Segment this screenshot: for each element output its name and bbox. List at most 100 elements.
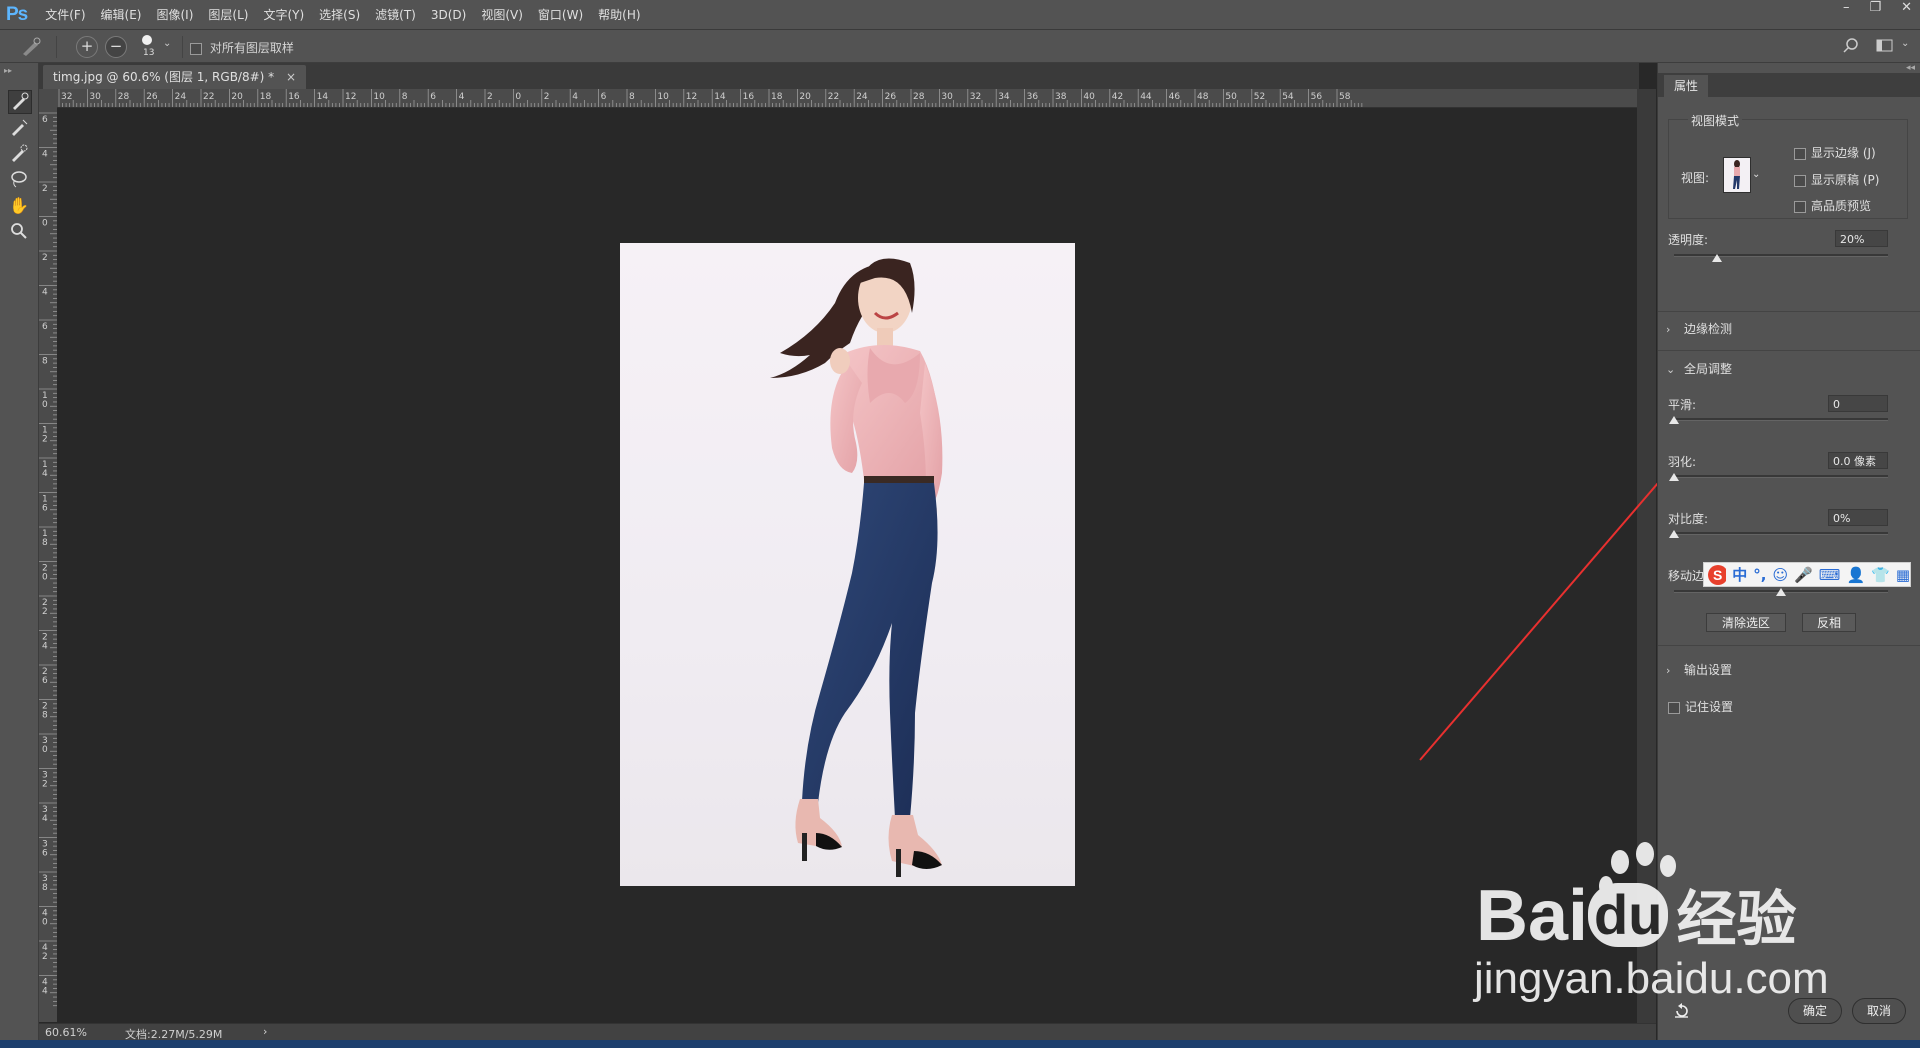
sample-all-layers-checkbox[interactable] <box>190 42 202 55</box>
feather-field[interactable]: 0.0 像素 <box>1828 452 1888 469</box>
clear-selection-button[interactable]: 清除选区 <box>1706 613 1786 632</box>
hq-preview-option[interactable]: 高品质预览 <box>1794 197 1871 214</box>
remember-settings-checkbox[interactable] <box>1668 701 1680 714</box>
ruler-label: 6 <box>430 92 436 102</box>
view-dropdown-chevron-icon[interactable]: ⌄ <box>1752 169 1760 180</box>
ruler-label: 54 <box>1282 92 1294 102</box>
ruler-label: 6 <box>42 849 48 859</box>
sogou-logo-icon[interactable]: S <box>1707 564 1727 586</box>
show-original-checkbox[interactable] <box>1794 174 1806 187</box>
quick-selection-tool-icon[interactable] <box>8 143 30 165</box>
ruler-label: 0 <box>42 745 48 755</box>
search-icon[interactable] <box>1843 38 1859 54</box>
global-refinements-section[interactable]: ⌄ 全局调整 <box>1666 360 1732 377</box>
feather-slider-thumb[interactable] <box>1669 473 1679 481</box>
menu-layer[interactable]: 图层(L) <box>208 6 248 23</box>
shift-edge-slider-thumb[interactable] <box>1776 588 1786 596</box>
menu-filter[interactable]: 滤镜(T) <box>375 6 416 23</box>
menu-view[interactable]: 视图(V) <box>481 6 523 23</box>
zoom-level[interactable]: 60.61% <box>45 1026 87 1039</box>
ruler-label: 30 <box>89 92 101 102</box>
brush-preset-icon[interactable] <box>140 33 154 47</box>
ime-keyboard-icon[interactable]: ⌨ <box>1819 566 1841 584</box>
ruler-label: 20 <box>799 92 811 102</box>
status-arrow-icon[interactable]: › <box>263 1025 267 1038</box>
workspace-chevron-icon[interactable]: ⌄ <box>1901 38 1909 49</box>
ruler-label: 6 <box>601 92 607 102</box>
menu-help[interactable]: 帮助(H) <box>598 6 640 23</box>
ime-voice-icon[interactable]: 🎤 <box>1794 566 1813 584</box>
tab-properties[interactable]: 属性 <box>1664 75 1709 97</box>
close-tab-icon[interactable]: × <box>286 70 296 84</box>
close-window-button[interactable]: ✕ <box>1901 0 1912 20</box>
ruler-label: 16 <box>743 92 755 102</box>
ruler-label: 14 <box>714 92 726 102</box>
ruler-label: 56 <box>1311 92 1323 102</box>
collapse-toolbar-icon[interactable]: ▸▸ <box>4 66 12 75</box>
menu-image[interactable]: 图像(I) <box>156 6 193 23</box>
menu-edit[interactable]: 编辑(E) <box>101 6 142 23</box>
brush-tool-icon[interactable] <box>8 117 30 139</box>
refine-radius-brush-icon[interactable] <box>18 36 44 58</box>
output-settings-section[interactable]: › 输出设置 <box>1666 661 1732 678</box>
feather-slider-track[interactable] <box>1674 475 1888 478</box>
contrast-slider-thumb[interactable] <box>1669 530 1679 538</box>
ruler-label: 22 <box>828 92 839 102</box>
chevron-right-icon: › <box>1666 323 1671 336</box>
hand-tool-icon[interactable]: ✋ <box>8 195 30 217</box>
document-tab[interactable]: timg.jpg @ 60.6% (图层 1, RGB/8#) * × <box>43 65 307 89</box>
workspace-icon[interactable] <box>1876 39 1894 53</box>
collapse-panel-icon[interactable]: ◂◂ <box>1906 63 1915 73</box>
menu-type[interactable]: 文字(Y) <box>263 6 304 23</box>
contrast-slider-track[interactable] <box>1674 532 1888 535</box>
lasso-tool-icon[interactable] <box>8 169 30 191</box>
remember-settings-option[interactable]: 记住设置 <box>1668 698 1733 715</box>
smooth-field[interactable]: 0 <box>1828 395 1888 412</box>
show-edge-option[interactable]: 显示边缘 (J) <box>1794 144 1876 161</box>
edge-detection-section[interactable]: › 边缘检测 <box>1666 320 1732 337</box>
show-original-option[interactable]: 显示原稿 (P) <box>1794 171 1879 188</box>
erase-refinements-icon[interactable]: − <box>105 36 127 58</box>
ime-user-icon[interactable]: 👤 <box>1846 566 1865 584</box>
smooth-slider-track[interactable] <box>1674 418 1888 421</box>
opacity-field[interactable]: 20% <box>1835 230 1888 247</box>
sample-all-layers-option[interactable]: 对所有图层取样 <box>190 39 294 56</box>
show-edge-checkbox[interactable] <box>1794 147 1806 160</box>
ime-chinese-mode[interactable]: 中 <box>1732 564 1747 585</box>
ime-emoji-icon[interactable]: ☺ <box>1772 566 1788 584</box>
view-thumbnail[interactable] <box>1723 157 1751 193</box>
hq-preview-checkbox[interactable] <box>1794 200 1806 213</box>
invert-button[interactable]: 反相 <box>1802 613 1856 632</box>
menu-window[interactable]: 窗口(W) <box>538 6 583 23</box>
ruler-corner <box>39 89 57 107</box>
zoom-tool-icon[interactable] <box>8 221 30 243</box>
ruler-label: 2 <box>42 607 48 617</box>
smooth-label: 平滑: <box>1668 398 1697 412</box>
menu-select[interactable]: 选择(S) <box>319 6 360 23</box>
minimize-button[interactable]: – <box>1843 0 1850 20</box>
expand-detection-icon[interactable]: + <box>76 36 98 58</box>
ruler-label: 26 <box>885 92 897 102</box>
smooth-slider-thumb[interactable] <box>1669 416 1679 424</box>
opacity-slider-track[interactable] <box>1674 254 1888 257</box>
chevron-down-icon[interactable]: ⌄ <box>163 38 171 49</box>
horizontal-ruler[interactable]: 32 30 28 26 24 22 20 18 16 14 12 10 8 6 4 2 0 2 4 6 8 10 12 14 1… <box>57 89 1637 108</box>
reset-icon[interactable] <box>1673 1002 1691 1020</box>
vertical-ruler[interactable]: 6420246810121416182022242628303234363840… <box>39 107 58 1022</box>
ime-toolbox-icon[interactable]: ▦ <box>1896 566 1910 584</box>
ime-toolbar[interactable]: S 中 °, ☺ 🎤 ⌨ 👤 👕 ▦ <box>1703 562 1911 587</box>
ruler-label: 48 <box>1197 92 1209 102</box>
opacity-slider-thumb[interactable] <box>1711 254 1722 262</box>
ruler-label: 8 <box>42 711 48 721</box>
ruler-label: 6 <box>42 115 48 125</box>
ime-skin-icon[interactable]: 👕 <box>1871 566 1890 584</box>
restore-button[interactable]: ❐ <box>1869 0 1881 20</box>
refine-radius-tool-icon[interactable] <box>8 90 32 114</box>
cancel-button[interactable]: 取消 <box>1852 998 1906 1024</box>
menu-file[interactable]: 文件(F) <box>45 6 85 23</box>
ime-punctuation-icon[interactable]: °, <box>1753 566 1766 584</box>
watermark-brand-jingyan: 经验 <box>1676 886 1797 953</box>
menu-3d[interactable]: 3D(D) <box>431 8 466 22</box>
ruler-label: 50 <box>1225 92 1237 102</box>
contrast-field[interactable]: 0% <box>1828 509 1888 526</box>
